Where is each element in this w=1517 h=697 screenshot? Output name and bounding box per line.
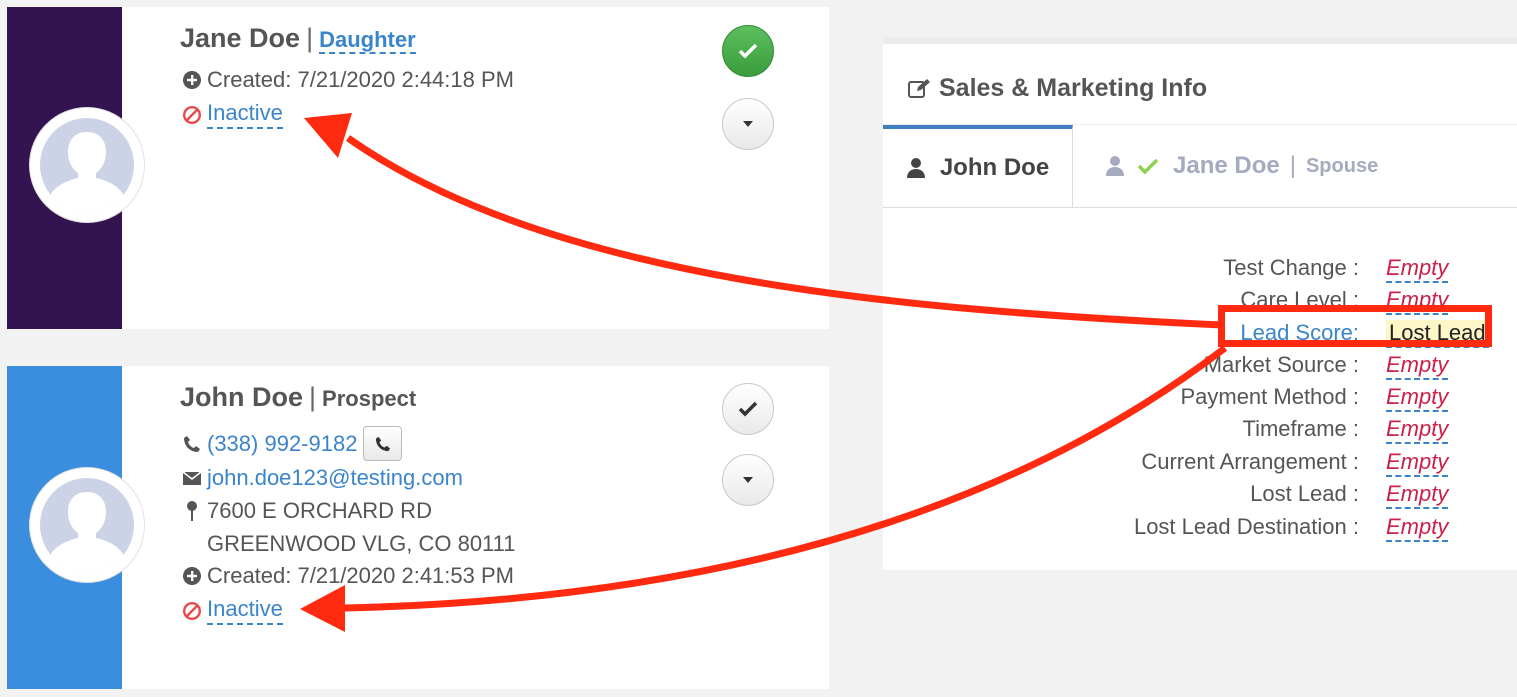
phone-line: (338) 992-9182 [180,426,403,461]
check-icon [738,43,758,59]
tab-sublabel: Spouse [1305,154,1379,177]
tab-jane-doe[interactable]: Jane Doe | Spouse [1105,125,1378,207]
caret-down-icon [743,121,753,127]
ban-icon [180,103,204,127]
status-line: Inactive [180,100,283,129]
envelope-icon [180,466,204,490]
field-label: Current Arrangement : [1141,449,1359,474]
phone-link[interactable]: (338) 992-9182 [207,431,357,457]
field-row-timeframe: Timeframe : Empty [883,416,1517,448]
status-link[interactable]: Inactive [207,100,283,129]
caret-down-icon [743,477,753,483]
contact-name: Jane Doe [180,23,301,53]
field-value[interactable]: Empty [1386,481,1449,509]
field-row-current-arrangement: Current Arrangement : Empty [883,449,1517,481]
field-value[interactable]: Empty [1386,416,1449,444]
address-text: GREENWOOD VLG, CO 80111 [207,531,516,556]
check-button[interactable] [722,383,774,435]
field-row-lost-lead: Lost Lead : Empty [883,481,1517,513]
check-button[interactable] [722,25,774,77]
created-text: Created: 7/21/2020 2:41:53 PM [207,563,514,588]
dropdown-button[interactable] [722,454,774,506]
created-line: Created: 7/21/2020 2:41:53 PM [180,563,514,589]
field-value[interactable]: Empty [1386,255,1449,283]
dropdown-button[interactable] [722,98,774,150]
contact-name-line: John Doe | Prospect [180,382,416,413]
email-link[interactable]: john.doe123@testing.com [207,465,463,491]
status-link[interactable]: Inactive [207,596,283,625]
field-row-test-change: Test Change : Empty [883,255,1517,287]
field-label: Lost Lead : [1250,481,1359,506]
status-line: Inactive [180,596,283,625]
check-icon [738,401,758,417]
contact-name-line: Jane Doe | Daughter [180,23,416,54]
field-value[interactable]: Empty [1386,352,1449,380]
address-line-2: GREENWOOD VLG, CO 80111 [207,531,516,557]
contact-card-john: John Doe | Prospect (338) 992-9182 john.do… [7,366,829,689]
panel-title: Sales & Marketing Info [907,74,1207,103]
phone-icon [375,436,391,451]
edit-icon [907,77,931,101]
user-silhouette-icon [50,492,124,572]
field-label: Timeframe : [1242,416,1359,441]
field-label: Lost Lead Destination : [1133,514,1359,539]
avatar [30,468,144,582]
field-row-lost-lead-destination: Lost Lead Destination : Empty [883,514,1517,546]
user-icon [906,158,925,178]
field-label: Test Change : [1223,255,1359,280]
relationship-link[interactable]: Daughter [319,27,416,54]
created-text: Created: 7/21/2020 2:44:18 PM [207,67,514,92]
avatar [30,108,144,222]
call-button[interactable] [363,426,403,461]
name-separator: | [309,382,317,412]
ban-icon [180,599,204,623]
field-row-payment-method: Payment Method : Empty [883,384,1517,416]
email-line: john.doe123@testing.com [180,465,463,491]
tab-label: John Doe [939,154,1050,181]
address-text: 7600 E ORCHARD RD [207,498,432,523]
sales-marketing-panel: Sales & Marketing Info John Doe Jane Doe… [883,37,1517,570]
field-value[interactable]: Empty [1386,384,1449,412]
address-line-1: 7600 E ORCHARD RD [180,498,432,524]
tab-label: Jane Doe [1173,152,1280,179]
name-separator: | [306,23,314,53]
annotation-highlight-box [1218,305,1492,347]
relationship-label: Prospect [322,386,417,411]
field-row-market-source: Market Source : Empty [883,352,1517,384]
person-tabs: John Doe Jane Doe | Spouse [883,124,1517,208]
field-value[interactable]: Empty [1386,514,1449,542]
tab-separator: | [1289,152,1296,179]
user-icon [1106,156,1124,176]
plus-circle-icon [180,564,204,588]
plus-circle-icon [180,68,204,92]
field-value[interactable]: Empty [1386,449,1449,477]
field-label: Payment Method : [1180,384,1359,409]
check-icon [1137,158,1159,175]
user-silhouette-icon [50,132,124,212]
created-line: Created: 7/21/2020 2:44:18 PM [180,67,514,93]
map-pin-icon [180,499,204,523]
tab-john-doe[interactable]: John Doe [883,125,1073,207]
panel-title-text: Sales & Marketing Info [939,74,1208,102]
contact-card-jane: Jane Doe | Daughter Created: 7/21/2020 2:4… [7,7,829,329]
contact-name: John Doe [180,382,304,412]
phone-icon [180,432,204,456]
field-label: Market Source : [1203,352,1359,377]
